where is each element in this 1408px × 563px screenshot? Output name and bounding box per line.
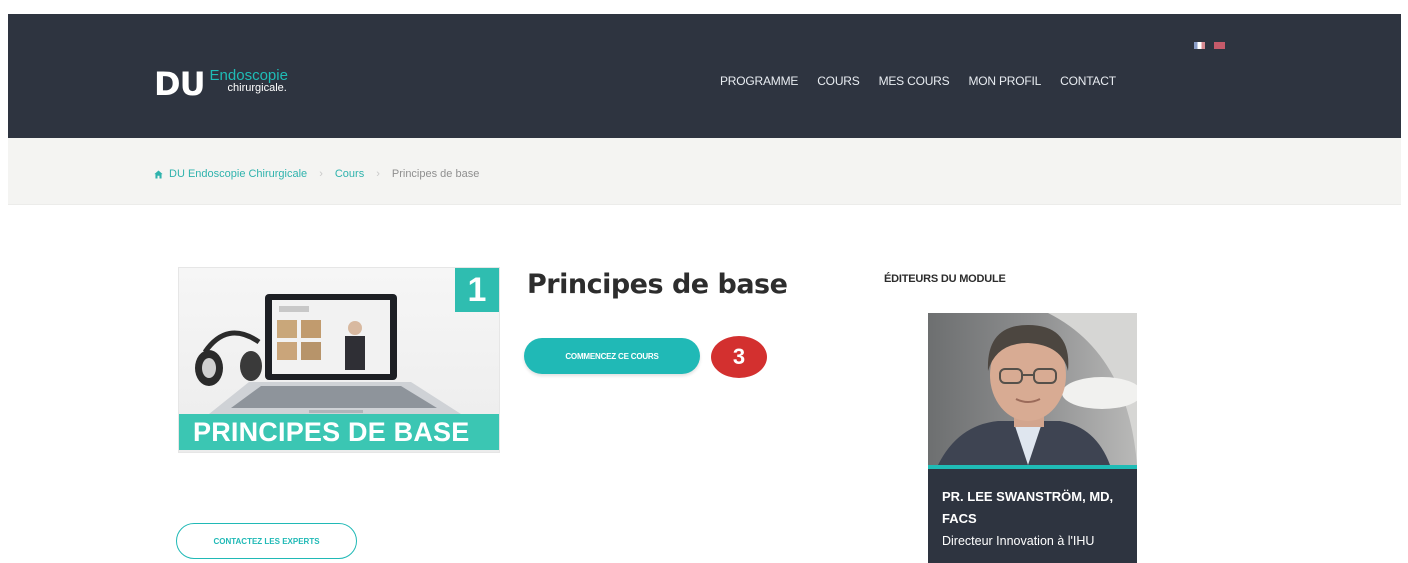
course-number-badge: 1 — [455, 268, 499, 312]
step-number-badge: 3 — [711, 336, 767, 378]
language-switcher — [1194, 42, 1225, 49]
main-nav: PROGRAMME COURS MES COURS MON PROFIL CON… — [720, 74, 1116, 88]
breadcrumb-current: Principes de base — [391, 168, 480, 180]
page-frame: DU Endoscopie chirurgicale. PROGRAMME CO… — [8, 14, 1401, 563]
breadcrumb-cours-link[interactable]: Cours — [335, 168, 364, 180]
nav-item-mon-profil[interactable]: MON PROFIL — [968, 74, 1041, 88]
editor-portrait-illustration — [938, 313, 1137, 465]
breadcrumb-separator: › — [319, 168, 323, 180]
logo-subtitle: Endoscopie chirurgicale. — [209, 67, 288, 94]
logo-du-text: DU — [154, 65, 206, 103]
course-title: Principes de base — [527, 269, 788, 300]
french-flag-icon[interactable] — [1194, 42, 1205, 49]
editor-role: Directeur Innovation à l'IHU — [942, 534, 1095, 548]
nav-item-programme[interactable]: PROGRAMME — [720, 74, 798, 88]
breadcrumb-bar: DU Endoscopie Chirurgicale › Cours › Pri… — [8, 138, 1401, 205]
nav-item-contact[interactable]: CONTACT — [1060, 74, 1116, 88]
breadcrumb: DU Endoscopie Chirurgicale › Cours › Pri… — [154, 168, 479, 180]
laptop-headset-illustration — [195, 294, 461, 414]
logo-line-2: chirurgicale. — [227, 82, 287, 94]
thumbnail-caption: PRINCIPES DE BASE — [179, 414, 499, 450]
nav-item-mes-cours[interactable]: MES COURS — [879, 74, 950, 88]
editor-name: PR. LEE SWANSTRÖM, MD, FACS — [942, 489, 1114, 526]
editors-heading: ÉDITEURS DU MODULE — [884, 273, 1006, 285]
contact-experts-button[interactable]: CONTACTEZ LES EXPERTS — [176, 523, 357, 559]
site-logo[interactable]: DU Endoscopie chirurgicale. — [154, 68, 288, 100]
site-header: DU Endoscopie chirurgicale. PROGRAMME CO… — [8, 14, 1401, 138]
editor-card[interactable]: PR. LEE SWANSTRÖM, MD, FACS Directeur In… — [928, 313, 1137, 563]
start-course-button[interactable]: COMMENCEZ CE COURS — [524, 338, 700, 374]
breadcrumb-separator: › — [376, 168, 380, 180]
breadcrumb-home-link[interactable]: DU Endoscopie Chirurgicale — [169, 168, 307, 180]
home-icon — [154, 169, 163, 179]
course-thumbnail[interactable]: 1 PRINCIPES DE BASE — [178, 267, 500, 453]
english-flag-icon[interactable] — [1214, 42, 1225, 49]
logo-line-1: Endoscopie — [209, 67, 288, 84]
nav-item-cours[interactable]: COURS — [817, 74, 860, 88]
editor-photo — [928, 313, 1137, 465]
editor-accent-stripe — [928, 465, 1137, 469]
